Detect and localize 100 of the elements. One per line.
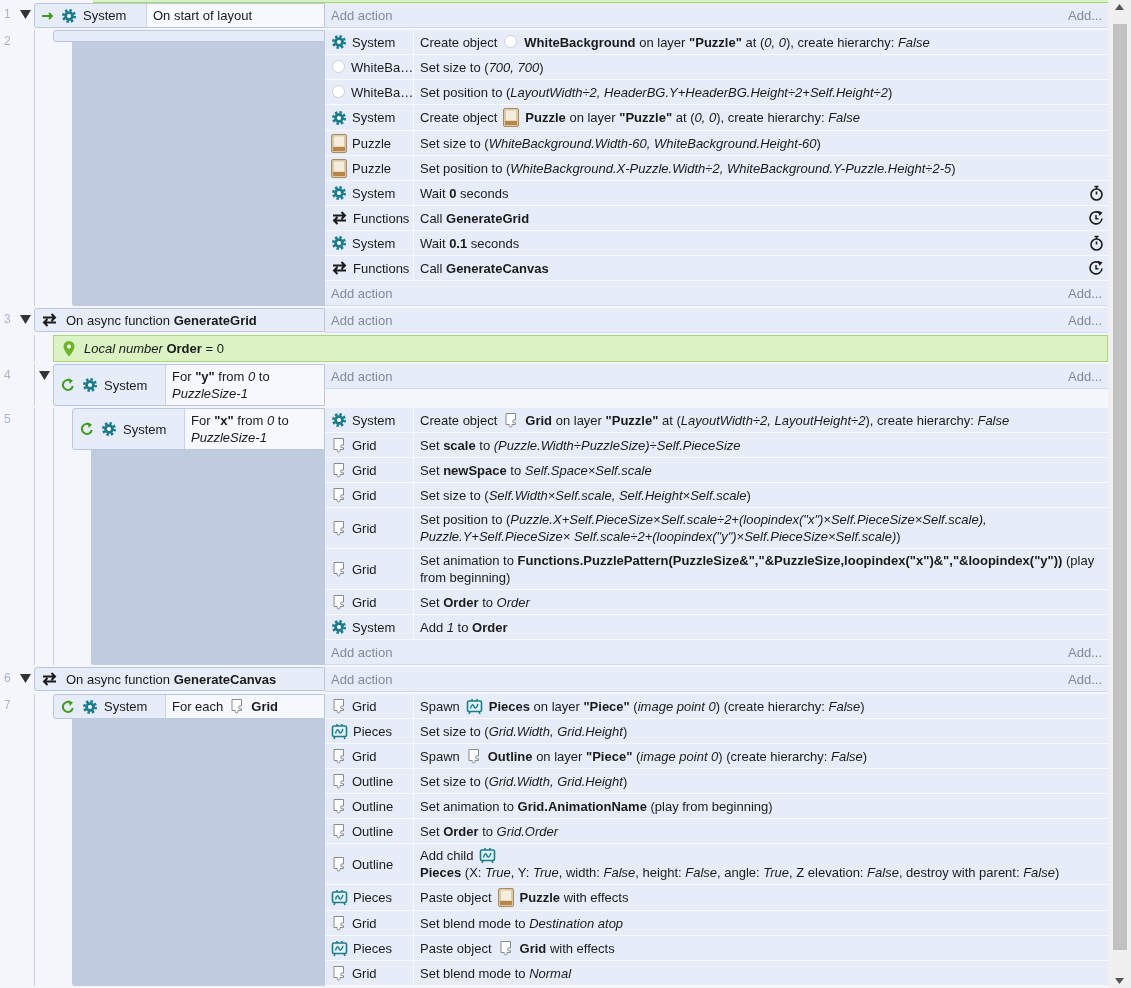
event-condition[interactable]: System For each Grid (53, 694, 325, 719)
condition-text: Grid (251, 698, 279, 715)
swap-arrows-icon (331, 260, 348, 276)
action-row[interactable]: System Create object Puzzle on layer "Puzzle" at (0, 0), create hierarchy: False (325, 105, 1108, 131)
action-row[interactable]: WhiteBa… Set size to (700, 700) (325, 55, 1108, 80)
collapse-toggle[interactable] (19, 10, 31, 20)
action-row[interactable]: Pieces Paste object Grid with effects (325, 936, 1108, 961)
action-text: Grid with effects (519, 939, 615, 957)
action-row[interactable]: Functions Call GenerateCanvas (325, 256, 1108, 281)
easel-icon (331, 939, 348, 957)
action-text: Pieces on layer "Piece" (image point 0) (create hierarchy: False) (488, 697, 865, 715)
line-number: 2 (3, 33, 12, 50)
action-text: Puzzle on layer "Puzzle" at (0, 0), create hierarchy: False (525, 109, 860, 126)
object-name: Grid (352, 561, 377, 577)
action-row[interactable]: Grid Set position to (Puzzle.X+Self.PieceSize×Self.scale÷2+(loopindex("x")×Self.PieceSize×Self.scale), Puzzle.Y+Self.PieceSize× Self.scale÷2+(loopindex("y")×Self.PieceSize×Self.scale)) (325, 508, 1108, 549)
puzzle-piece-icon (331, 593, 347, 611)
event-condition[interactable]: System On start of layout (34, 3, 325, 28)
object-name: Outline (352, 773, 394, 789)
puzzle-piece-icon (331, 772, 347, 790)
action-row[interactable]: System Create object Grid on layer "Puzzle" at (LayoutWidth÷2, LayoutHeight÷2), create hierarchy: False (325, 408, 1108, 433)
action-text: Outline on layer "Piece" (image point 0) (create hierarchy: False) (487, 747, 868, 765)
gear-icon (331, 34, 347, 50)
action-row[interactable]: Grid Set blend mode to Destination atop (325, 911, 1108, 936)
condition-text: For "x" from 0 to PuzzleSize-1 (191, 412, 290, 446)
object-name: Grid (352, 594, 377, 610)
object-name: Grid (352, 437, 377, 453)
collapse-toggle[interactable] (19, 674, 31, 684)
event-condition[interactable]: System For "y" from 0 to PuzzleSize-1 (53, 364, 325, 406)
object-name: Puzzle (352, 135, 392, 151)
object-name: Pieces (353, 723, 393, 739)
object-name: Outline (352, 823, 394, 839)
line-number: 3 (3, 311, 12, 328)
swap-arrows-icon (331, 210, 348, 226)
function-condition[interactable]: On async function GenerateGrid (34, 308, 325, 332)
action-row[interactable]: Outline Set animation to Grid.AnimationName (play from beginning) (325, 794, 1108, 819)
action-text: Wait 0 seconds (420, 184, 509, 202)
action-text: Paste object (420, 939, 492, 957)
scroll-down-icon[interactable] (1115, 978, 1124, 984)
condition-text: On start of layout (153, 7, 252, 24)
action-row[interactable]: Grid Set animation to Functions.PuzzlePattern(PuzzleSize&","&PuzzleSize,loopindex("x")&","&loopindex("y")) (play from beginning) (325, 549, 1108, 590)
circle-sprite-icon (503, 34, 519, 50)
action-row[interactable]: Functions Call GenerateGrid (325, 206, 1108, 231)
scroll-up-icon[interactable] (1115, 4, 1124, 10)
action-row[interactable]: Puzzle Set size to (WhiteBackground.Width-60, WhiteBackground.Height-60) (325, 131, 1108, 156)
action-row[interactable]: WhiteBa… Set position to (LayoutWidth÷2, HeaderBG.Y+HeaderBG.Height÷2+Self.Height÷2) (325, 80, 1108, 105)
action-text: WhiteBackground on layer "Puzzle" at (0, 0), create hierarchy: False (524, 33, 930, 51)
location-pin-icon (62, 340, 76, 357)
action-text: Create object (420, 33, 498, 51)
gear-icon (82, 698, 98, 715)
gear-icon (61, 7, 77, 24)
action-row[interactable]: Grid Spawn Pieces on layer "Piece" (image point 0) (create hierarchy: False) (325, 694, 1108, 719)
action-text: Set animation to Functions.PuzzlePattern(PuzzleSize&","&PuzzleSize,loopindex("x")&","&loopindex("y")) (play from beginning) (420, 552, 1096, 586)
easel-icon (479, 847, 497, 864)
action-row[interactable]: Grid Spawn Outline on layer "Piece" (image point 0) (create hierarchy: False) (325, 744, 1108, 769)
action-row[interactable]: Grid Set scale to (Puzzle.Width÷PuzzleSize)÷Self.PieceSize (325, 433, 1108, 458)
action-text: Set newSpace to Self.Space×Self.scale (420, 461, 652, 479)
function-condition[interactable]: On async function GenerateCanvas (34, 667, 325, 691)
action-row[interactable]: Pieces Set size to (Grid.Width, Grid.Height) (325, 719, 1108, 744)
action-text: Set animation to Grid.AnimationName (play from beginning) (420, 797, 773, 815)
action-text: Set size to (Self.Width×Self.scale, Self.Height×Self.scale) (420, 486, 751, 504)
collapse-toggle[interactable] (19, 315, 31, 325)
condition-text: For each (172, 698, 224, 715)
collapse-toggle[interactable] (38, 371, 50, 381)
event-condition[interactable]: System For "x" from 0 to PuzzleSize-1 (72, 408, 325, 450)
easel-icon (331, 889, 348, 906)
easel-icon (331, 722, 348, 740)
action-row[interactable]: Outline Set Order to Grid.Order (325, 819, 1108, 844)
action-row[interactable]: Grid Set blend mode to Normal (325, 961, 1108, 986)
gear-icon (331, 412, 347, 428)
object-name: System (352, 185, 396, 201)
puzzle-piece-icon (331, 461, 347, 479)
puzzle-piece-icon (331, 797, 347, 815)
picture-icon (331, 133, 347, 153)
action-text: Call GenerateCanvas (420, 259, 549, 277)
action-row[interactable]: System Create object WhiteBackground on layer "Puzzle" at (0, 0), create hierarchy: False (325, 30, 1108, 55)
action-row[interactable]: Outline Set size to (Grid.Width, Grid.Height) (325, 769, 1108, 794)
loop-icon (79, 421, 95, 437)
action-text: Set size to (WhiteBackground.Width-60, WhiteBackground.Height-60) (420, 134, 821, 152)
action-row[interactable]: Grid Set Order to Order (325, 590, 1108, 615)
object-name: WhiteBa… (351, 59, 413, 75)
line-number: 1 (3, 6, 12, 23)
action-row[interactable]: Grid Set size to (Self.Width×Self.scale, Self.Height×Self.scale) (325, 483, 1108, 508)
object-name: Outline (352, 856, 394, 872)
action-row[interactable]: System Wait 0 seconds (325, 181, 1108, 206)
puzzle-piece-icon (331, 822, 347, 840)
action-text: Spawn (420, 697, 460, 715)
action-row[interactable]: Outline Add child Pieces (X: True, Y: True, width: False, height: False, angle: True, Z elevation: False, destroy with parent: False) (325, 844, 1108, 885)
action-row[interactable]: System Wait 0.1 seconds (325, 231, 1108, 256)
action-row[interactable]: Pieces Paste object Puzzle with effects (325, 885, 1108, 911)
action-text: Set position to (WhiteBackground.X-Puzzle.Width÷2, WhiteBackground.Y-Puzzle.Height÷2-5) (420, 159, 956, 177)
scrollbar-thumb[interactable] (1112, 24, 1127, 950)
action-row[interactable]: Puzzle Set position to (WhiteBackground.X-Puzzle.Width÷2, WhiteBackground.Y-Puzzle.Height÷2-5) (325, 156, 1108, 181)
line-number: 5 (3, 411, 12, 428)
action-row[interactable]: Grid Set newSpace to Self.Space×Self.scale (325, 458, 1108, 483)
action-text: Set position to (LayoutWidth÷2, HeaderBG.Y+HeaderBG.Height÷2+Self.Height÷2) (420, 83, 893, 101)
action-row[interactable]: System Add 1 to Order (325, 615, 1108, 640)
action-text: Set Order to Order (420, 593, 530, 611)
local-variable-bar[interactable]: Local number Order = 0 (53, 335, 1108, 362)
scrollbar[interactable] (1108, 0, 1131, 988)
loop-icon (60, 698, 76, 715)
